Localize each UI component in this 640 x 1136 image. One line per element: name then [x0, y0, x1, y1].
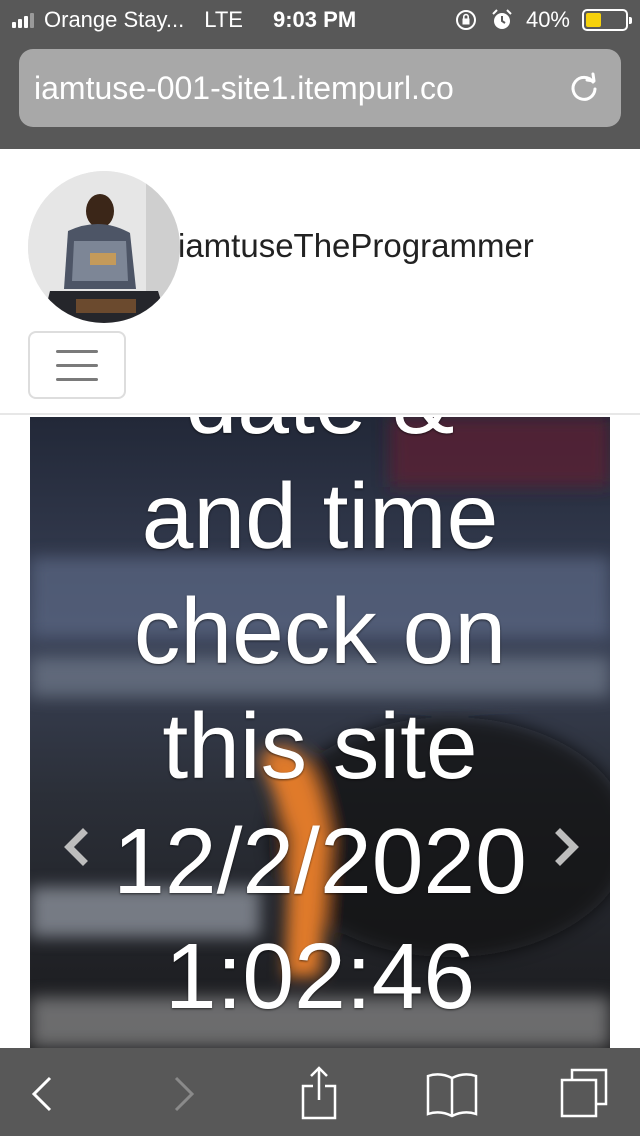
carrier-name: Orange Stay... [44, 7, 185, 32]
caption-line: and time [141, 464, 499, 568]
url-text: iamtuse-001-site1.itempurl.co [34, 69, 454, 106]
avatar[interactable] [28, 171, 180, 323]
battery-icon [582, 9, 632, 31]
signal-icon [12, 12, 34, 28]
reload-icon[interactable] [567, 71, 601, 105]
forward-icon[interactable] [156, 1066, 212, 1122]
bookmarks-icon[interactable] [424, 1066, 480, 1122]
back-icon[interactable] [16, 1066, 72, 1122]
caption-line: date & [30, 417, 610, 459]
browser-address-bar: iamtuse-001-site1.itempurl.co [0, 40, 640, 149]
carousel-caption: date & and time check on this site 12/2/… [30, 417, 610, 1034]
hamburger-icon-bar [56, 377, 98, 381]
caption-date: 12/2/2020 [113, 809, 527, 913]
chevron-left-icon[interactable] [55, 817, 95, 877]
status-bar: Orange Stay... LTE 9:03 PM 40% [0, 0, 640, 40]
site-navbar: iamtuseTheProgrammer [0, 149, 640, 415]
chevron-right-icon[interactable] [548, 817, 588, 877]
hero-carousel[interactable]: date & and time check on this site 12/2/… [30, 417, 610, 1048]
alarm-icon [492, 9, 512, 29]
caption-line: this site [162, 694, 478, 798]
battery-percent: 40% [525, 7, 570, 32]
site-brand[interactable]: iamtuseTheProgrammer [178, 227, 534, 265]
lock-rotation-icon [455, 10, 476, 30]
navbar-toggle-button[interactable] [28, 331, 126, 399]
browser-toolbar [0, 1048, 640, 1136]
share-icon[interactable] [291, 1066, 347, 1122]
hamburger-icon-bar [56, 363, 98, 367]
caption-line: check on [133, 579, 507, 683]
status-time: 9:03 PM [273, 7, 357, 32]
battery-fill [586, 13, 602, 27]
avatar-photo [28, 171, 180, 323]
status-right: 40% [454, 7, 632, 33]
status-left: Orange Stay... LTE [12, 7, 243, 33]
hamburger-icon [56, 349, 98, 353]
caption-time: 1:02:46 [164, 924, 476, 1028]
url-field[interactable]: iamtuse-001-site1.itempurl.co [19, 49, 621, 127]
tabs-icon[interactable] [556, 1066, 612, 1122]
network-type: LTE [204, 7, 243, 32]
